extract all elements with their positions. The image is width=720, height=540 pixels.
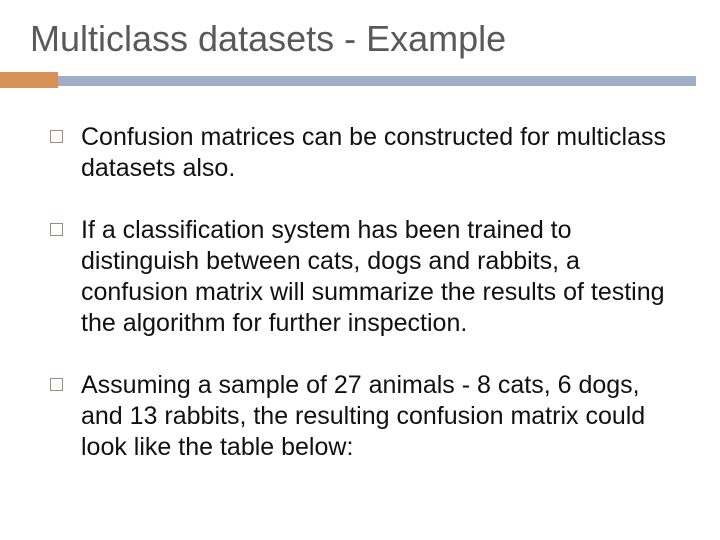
bullet-text: If a classification system has been trai… <box>81 215 680 340</box>
square-bullet-icon <box>50 378 63 391</box>
title-underline <box>0 72 720 88</box>
list-item: Assuming a sample of 27 animals - 8 cats… <box>50 370 680 464</box>
square-bullet-icon <box>50 223 63 236</box>
slide: Multiclass datasets - Example Confusion … <box>0 0 720 540</box>
square-bullet-icon <box>50 130 63 143</box>
accent-orange <box>0 72 58 88</box>
list-item: Confusion matrices can be constructed fo… <box>50 122 680 185</box>
bullet-text: Confusion matrices can be constructed fo… <box>81 122 680 185</box>
list-item: If a classification system has been trai… <box>50 215 680 340</box>
content-area: Confusion matrices can be constructed fo… <box>0 88 720 463</box>
bullet-text: Assuming a sample of 27 animals - 8 cats… <box>81 370 680 464</box>
slide-title: Multiclass datasets - Example <box>0 0 720 68</box>
accent-blue <box>58 76 696 86</box>
